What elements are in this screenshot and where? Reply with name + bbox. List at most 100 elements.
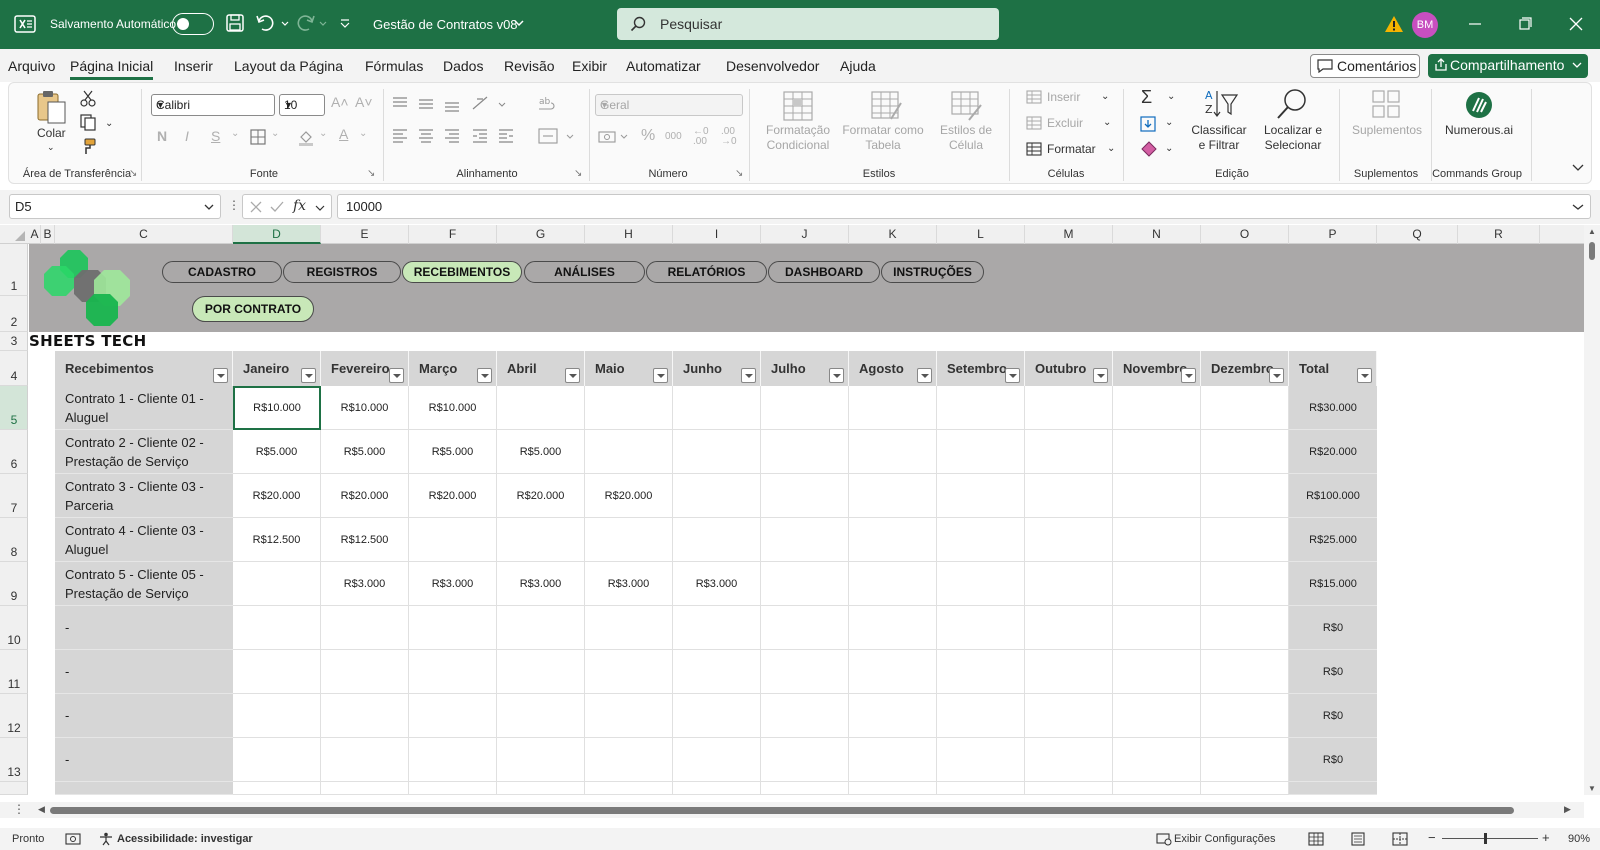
decrease-decimal-icon[interactable]: .00 →0 bbox=[721, 127, 737, 147]
user-avatar[interactable]: BM bbox=[1412, 12, 1438, 38]
scroll-left-icon[interactable]: ◀ bbox=[38, 804, 45, 815]
value-cell[interactable] bbox=[849, 386, 937, 430]
font-size-combo[interactable]: 10 ▼ bbox=[279, 94, 325, 116]
redo-icon[interactable] bbox=[295, 12, 317, 34]
value-cell[interactable] bbox=[849, 474, 937, 518]
value-cell[interactable] bbox=[849, 518, 937, 562]
row-header-6[interactable]: 6 bbox=[0, 430, 28, 474]
value-cell[interactable] bbox=[321, 606, 409, 650]
value-cell[interactable]: R$20.000 bbox=[409, 474, 497, 518]
contract-label-cell[interactable]: Contrato 2 - Cliente 02 - Prestação de S… bbox=[55, 430, 233, 474]
value-cell[interactable] bbox=[937, 738, 1025, 782]
value-cell[interactable] bbox=[849, 782, 937, 795]
value-cell[interactable] bbox=[409, 782, 497, 795]
fill-dropdown-icon[interactable]: ⌄ bbox=[1165, 115, 1173, 130]
contract-label-cell[interactable]: - bbox=[55, 606, 233, 650]
value-cell[interactable]: R$10.000 bbox=[409, 386, 497, 430]
value-cell[interactable] bbox=[761, 386, 849, 430]
warning-icon[interactable] bbox=[1384, 14, 1404, 34]
borders-dropdown-icon[interactable]: ⌄ bbox=[271, 128, 279, 139]
value-cell[interactable] bbox=[233, 606, 321, 650]
value-cell[interactable] bbox=[761, 606, 849, 650]
tab-pagina-inicial[interactable]: Página Inicial bbox=[70, 58, 154, 80]
value-cell[interactable]: R$3.000 bbox=[497, 562, 585, 606]
numerous-ai-label[interactable]: Numerous.ai bbox=[1435, 123, 1523, 138]
comma-style-button[interactable]: 000 bbox=[665, 131, 682, 142]
zoom-in-button[interactable]: + bbox=[1542, 830, 1550, 845]
value-cell[interactable] bbox=[937, 430, 1025, 474]
value-cell[interactable] bbox=[1025, 474, 1113, 518]
value-cell[interactable] bbox=[673, 782, 761, 795]
delete-cells-icon[interactable] bbox=[1025, 115, 1043, 131]
row-header-1[interactable]: 1 bbox=[0, 244, 28, 296]
tab-arquivo[interactable]: Arquivo bbox=[8, 58, 55, 74]
value-cell[interactable]: R$5.000 bbox=[233, 430, 321, 474]
tab-layout[interactable]: Layout da Página bbox=[234, 58, 343, 74]
value-cell[interactable] bbox=[849, 694, 937, 738]
value-cell[interactable] bbox=[1201, 386, 1289, 430]
value-cell[interactable] bbox=[585, 518, 673, 562]
format-as-table-icon[interactable] bbox=[869, 89, 903, 123]
total-cell[interactable]: R$25.000 bbox=[1289, 518, 1377, 562]
value-cell[interactable]: R$20.000 bbox=[585, 474, 673, 518]
column-header-q[interactable]: Q bbox=[1377, 225, 1458, 244]
value-cell[interactable] bbox=[1113, 606, 1201, 650]
row-header-11[interactable]: 11 bbox=[0, 650, 28, 694]
macro-record-icon[interactable] bbox=[65, 832, 81, 846]
value-cell[interactable] bbox=[937, 474, 1025, 518]
value-cell[interactable] bbox=[1025, 694, 1113, 738]
save-icon[interactable] bbox=[224, 12, 246, 34]
value-cell[interactable] bbox=[673, 738, 761, 782]
redo-dropdown-icon[interactable] bbox=[318, 12, 328, 34]
font-launcher-icon[interactable]: ↘ bbox=[367, 166, 375, 181]
contract-label-cell[interactable]: Contrato 1 - Cliente 01 - Aluguel bbox=[55, 386, 233, 430]
cell-styles-icon[interactable] bbox=[949, 89, 983, 123]
row-header-14[interactable] bbox=[0, 782, 28, 795]
contract-label-cell[interactable]: Contrato 3 - Cliente 03 - Parceria bbox=[55, 474, 233, 518]
format-cells-dropdown-icon[interactable]: ⌄ bbox=[1107, 141, 1115, 156]
column-header-n[interactable]: N bbox=[1113, 225, 1201, 244]
format-painter-icon[interactable] bbox=[79, 138, 97, 156]
fill-icon[interactable] bbox=[1139, 115, 1159, 133]
autosave-toggle[interactable] bbox=[172, 13, 214, 35]
value-cell[interactable] bbox=[937, 606, 1025, 650]
column-header-m[interactable]: M bbox=[1025, 225, 1113, 244]
filter-dropdown-icon[interactable] bbox=[1357, 368, 1372, 383]
value-cell[interactable] bbox=[497, 738, 585, 782]
vertical-align-icons[interactable] bbox=[391, 93, 513, 115]
total-cell[interactable]: R$0 bbox=[1289, 606, 1377, 650]
value-cell[interactable] bbox=[1025, 738, 1113, 782]
value-cell[interactable] bbox=[1025, 782, 1113, 795]
column-header-f[interactable]: F bbox=[409, 225, 497, 244]
insert-cells-label[interactable]: Inserir bbox=[1047, 90, 1080, 105]
value-cell[interactable] bbox=[849, 606, 937, 650]
alignment-launcher-icon[interactable]: ↘ bbox=[574, 166, 582, 181]
ribbon-collapse-icon[interactable] bbox=[1571, 163, 1585, 173]
value-cell[interactable] bbox=[233, 650, 321, 694]
value-cell[interactable] bbox=[585, 430, 673, 474]
conditional-formatting-icon[interactable] bbox=[781, 89, 815, 123]
row-header-12[interactable]: 12 bbox=[0, 694, 28, 738]
column-header-a[interactable]: A bbox=[29, 225, 41, 244]
paste-icon[interactable] bbox=[35, 89, 69, 125]
filter-dropdown-icon[interactable] bbox=[653, 368, 668, 383]
tab-automatizar[interactable]: Automatizar bbox=[626, 58, 701, 74]
value-cell[interactable] bbox=[1113, 430, 1201, 474]
value-cell[interactable] bbox=[1025, 606, 1113, 650]
value-cell[interactable] bbox=[1113, 694, 1201, 738]
filter-dropdown-icon[interactable] bbox=[1269, 368, 1284, 383]
font-name-combo[interactable]: Calibri ▼ bbox=[151, 94, 275, 116]
zoom-slider-thumb[interactable] bbox=[1484, 833, 1487, 844]
value-cell[interactable]: R$20.000 bbox=[233, 474, 321, 518]
value-cell[interactable] bbox=[1113, 782, 1201, 795]
tab-inserir[interactable]: Inserir bbox=[174, 58, 213, 74]
fx-dropdown-icon[interactable] bbox=[315, 204, 325, 212]
tab-exibir[interactable]: Exibir bbox=[572, 58, 607, 74]
column-header-l[interactable]: L bbox=[937, 225, 1025, 244]
fill-color-icon[interactable] bbox=[297, 128, 315, 146]
clear-icon[interactable] bbox=[1139, 139, 1159, 157]
nav-analises-button[interactable]: ANÁLISES bbox=[524, 261, 645, 283]
value-cell[interactable] bbox=[497, 782, 585, 795]
value-cell[interactable] bbox=[673, 694, 761, 738]
display-settings-icon[interactable] bbox=[1156, 832, 1172, 846]
